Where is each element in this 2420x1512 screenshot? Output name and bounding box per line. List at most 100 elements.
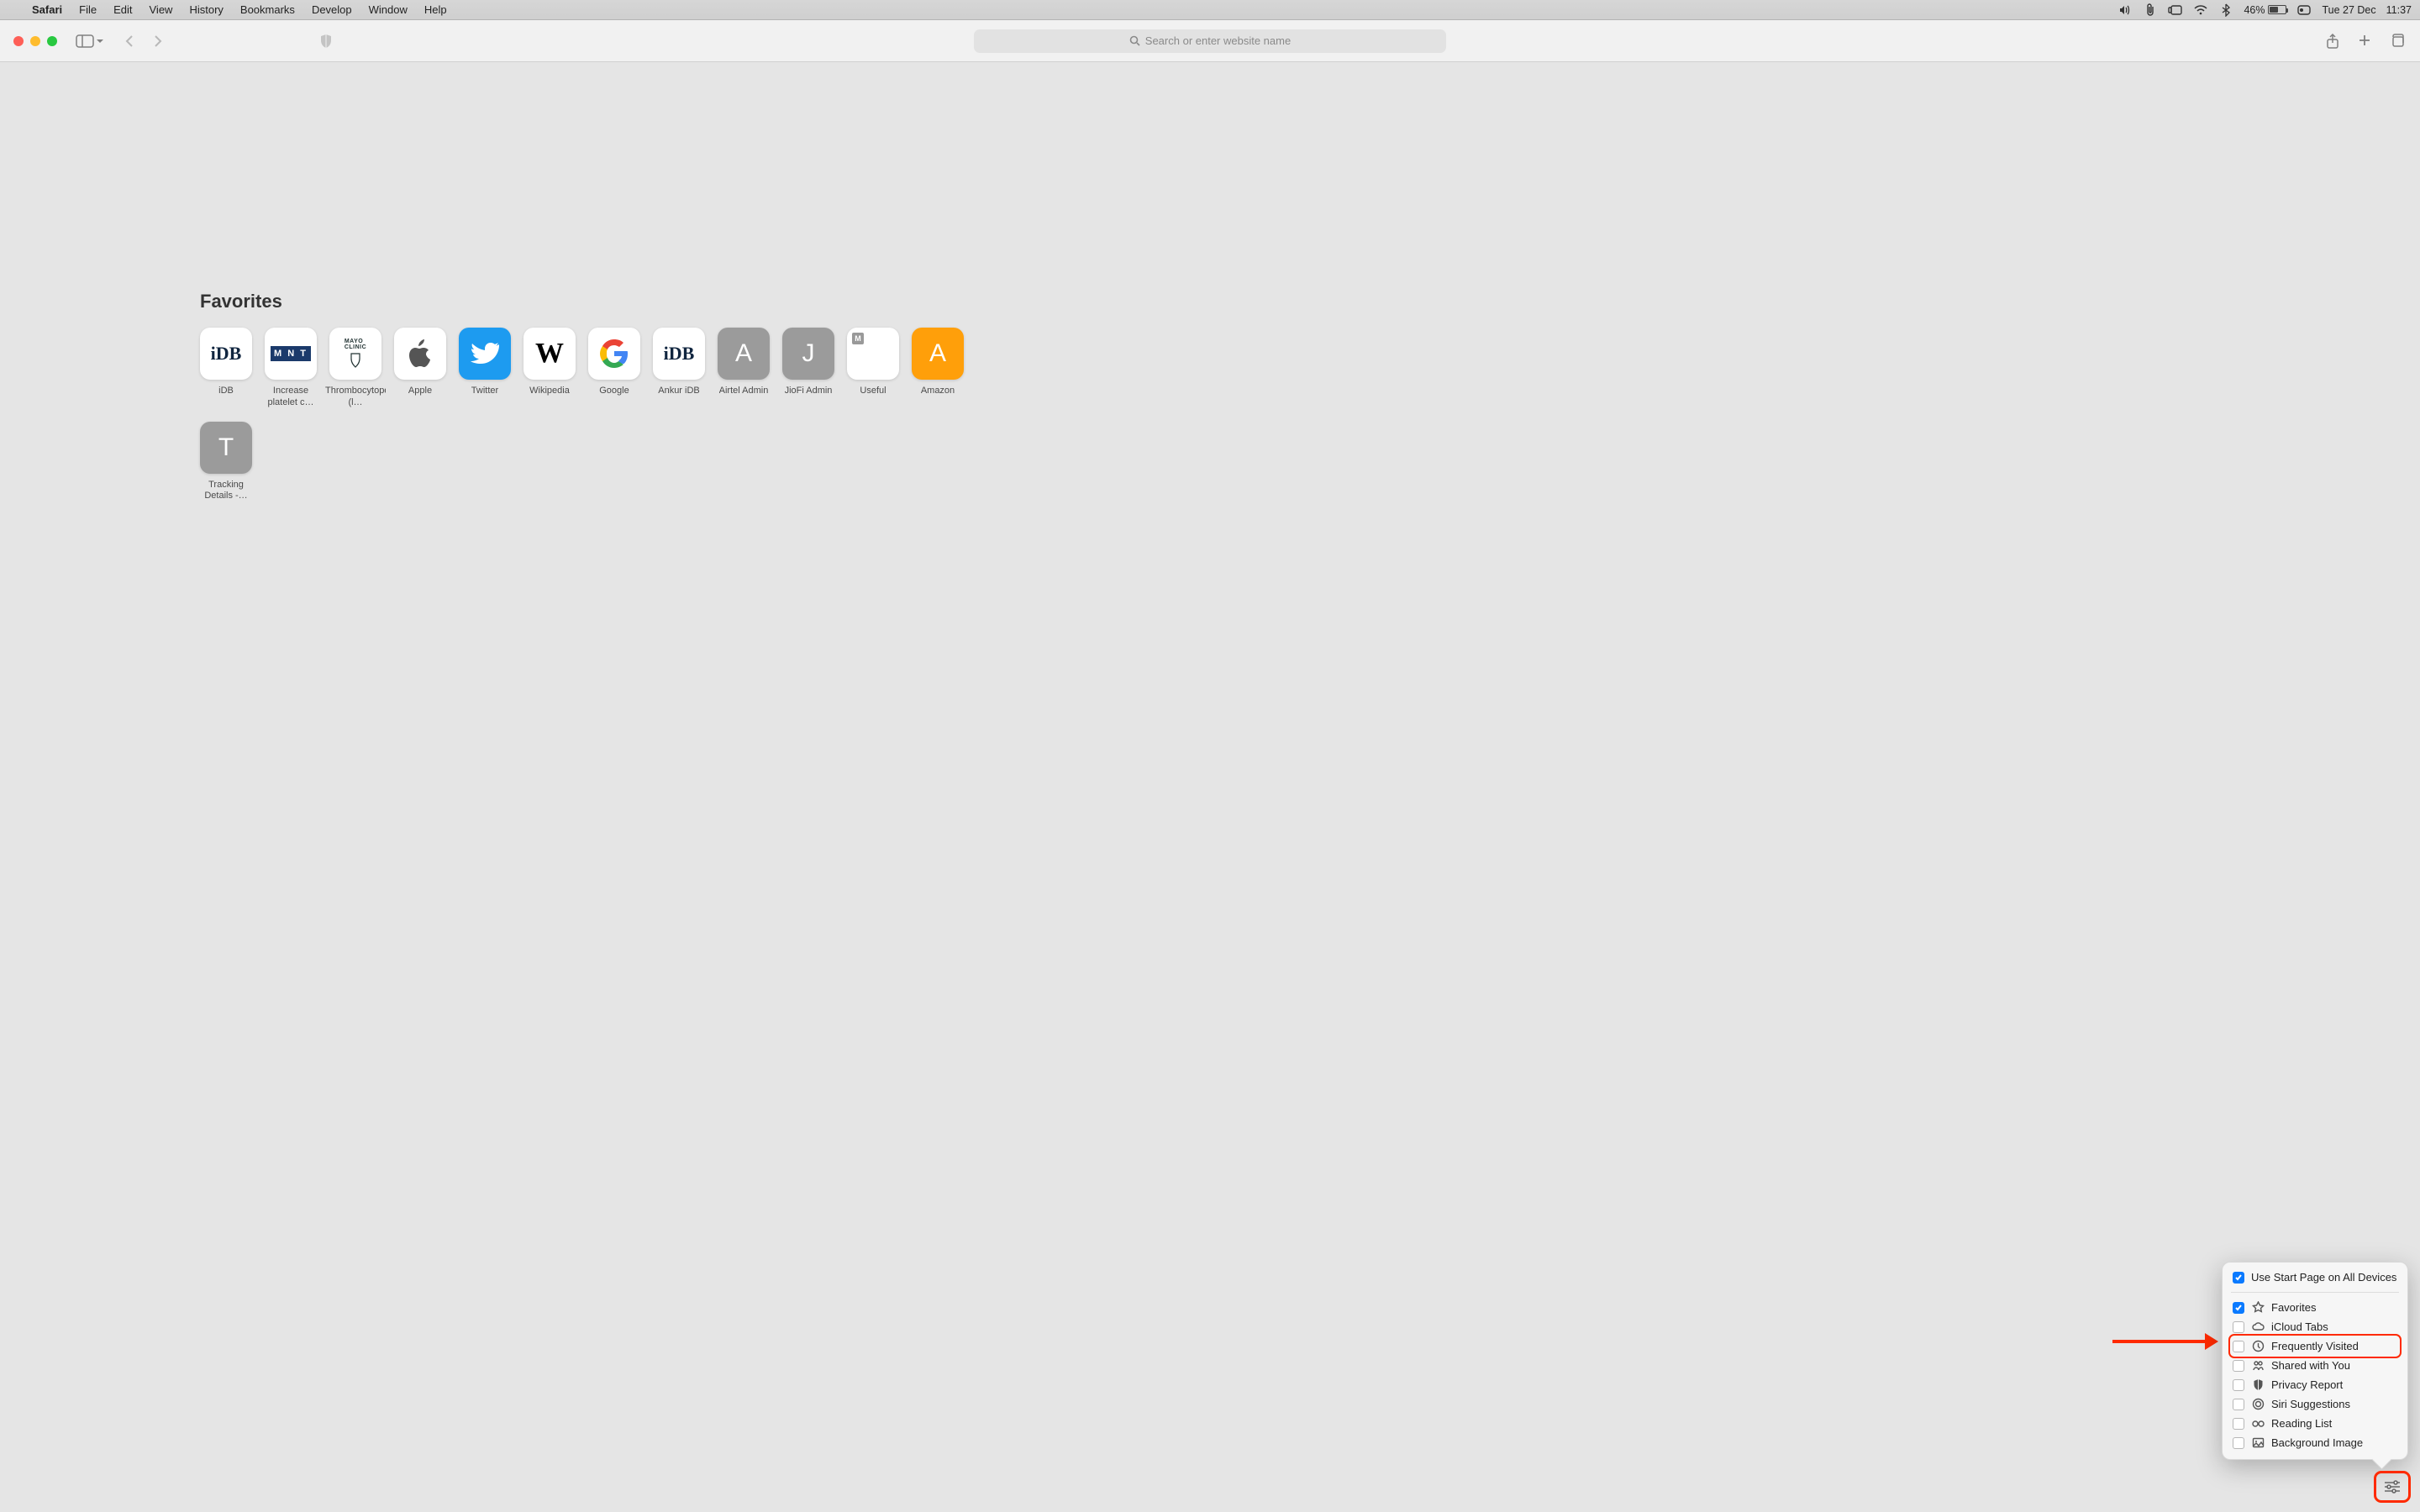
favorite-item[interactable]: WWikipedia xyxy=(523,328,576,409)
menu-edit[interactable]: Edit xyxy=(108,3,138,16)
favorite-item[interactable]: AAirtel Admin xyxy=(718,328,770,409)
chevron-down-icon xyxy=(96,38,104,45)
popover-row-label: Shared with You xyxy=(2271,1359,2397,1372)
popover-row-label: Background Image xyxy=(2271,1436,2397,1449)
cloud-icon xyxy=(2251,1320,2265,1333)
popover-header-label: Use Start Page on All Devices xyxy=(2251,1271,2396,1284)
menubar-time[interactable]: 11:37 xyxy=(2386,4,2412,16)
favorite-label: Ankur iDB xyxy=(658,386,700,397)
address-placeholder: Search or enter website name xyxy=(1145,34,1291,47)
menu-window[interactable]: Window xyxy=(363,3,413,16)
minimize-window-button[interactable] xyxy=(30,36,40,46)
popover-row-reading-list[interactable]: Reading List xyxy=(2231,1414,2399,1433)
favorite-item[interactable]: MUseful xyxy=(847,328,899,409)
checkbox[interactable] xyxy=(2233,1437,2244,1449)
menu-view[interactable]: View xyxy=(144,3,179,16)
checkbox[interactable] xyxy=(2233,1302,2244,1314)
sound-icon[interactable] xyxy=(2118,3,2133,18)
start-page-settings-popover: Use Start Page on All Devices Favorites … xyxy=(2222,1262,2408,1460)
menu-file[interactable]: File xyxy=(73,3,103,16)
favorite-item[interactable]: TTracking Details -… xyxy=(200,422,252,503)
popover-row-label: iCloud Tabs xyxy=(2271,1320,2397,1333)
favorite-label: iDB xyxy=(218,386,234,397)
checkbox[interactable] xyxy=(2233,1341,2244,1352)
favorite-item[interactable]: AAmazon xyxy=(912,328,964,409)
start-page-settings-button[interactable] xyxy=(2376,1473,2408,1500)
sliders-icon xyxy=(2383,1480,2402,1494)
app-name[interactable]: Safari xyxy=(26,3,68,16)
image-icon xyxy=(2251,1436,2265,1449)
new-tab-button[interactable] xyxy=(2358,34,2371,49)
battery-icon xyxy=(2268,5,2286,14)
forward-button[interactable] xyxy=(153,34,163,48)
search-icon xyxy=(1129,35,1140,46)
favorite-label: Apple xyxy=(408,386,432,397)
favorite-label: Useful xyxy=(860,386,886,397)
macos-menubar: Safari File Edit View History Bookmarks … xyxy=(0,0,2420,20)
popover-row-label: Favorites xyxy=(2271,1301,2397,1314)
popover-row-background-image[interactable]: Background Image xyxy=(2231,1433,2399,1452)
checkbox[interactable] xyxy=(2233,1360,2244,1372)
popover-row-privacy-report[interactable]: Privacy Report xyxy=(2231,1375,2399,1394)
popover-row-label: Privacy Report xyxy=(2271,1378,2397,1391)
favorite-item[interactable]: iDBAnkur iDB xyxy=(653,328,705,409)
zoom-window-button[interactable] xyxy=(47,36,57,46)
popover-row-icloud-tabs[interactable]: iCloud Tabs xyxy=(2231,1317,2399,1336)
shield-icon xyxy=(2251,1378,2265,1391)
use-all-devices-checkbox[interactable] xyxy=(2233,1272,2244,1284)
close-window-button[interactable] xyxy=(13,36,24,46)
share-button[interactable] xyxy=(2326,34,2339,49)
popover-divider xyxy=(2231,1292,2399,1293)
favorite-label: Tracking Details -… xyxy=(200,480,252,503)
favorite-label: Wikipedia xyxy=(529,386,570,397)
menubar-date[interactable]: Tue 27 Dec xyxy=(2322,4,2375,16)
attachment-icon[interactable] xyxy=(2143,3,2158,18)
popover-row-siri-suggestions[interactable]: Siri Suggestions xyxy=(2231,1394,2399,1414)
address-bar[interactable]: Search or enter website name xyxy=(974,29,1446,53)
stage-manager-icon[interactable] xyxy=(2168,3,2183,18)
favorite-item[interactable]: M N TIncrease platelet c… xyxy=(265,328,317,409)
browser-toolbar: Search or enter website name xyxy=(0,20,2420,62)
window-controls xyxy=(0,36,57,46)
favorite-label: Thrombocytopenia (l… xyxy=(325,386,386,409)
menu-history[interactable]: History xyxy=(183,3,229,16)
wifi-icon[interactable] xyxy=(2193,3,2208,18)
favorite-item[interactable]: Google xyxy=(588,328,640,409)
battery-status[interactable]: 46% xyxy=(2244,4,2286,16)
glasses-icon xyxy=(2251,1417,2265,1430)
siri-icon xyxy=(2251,1398,2265,1410)
checkbox[interactable] xyxy=(2233,1321,2244,1333)
sidebar-toggle-button[interactable] xyxy=(76,34,104,48)
favorite-label: Google xyxy=(599,386,629,397)
star-icon xyxy=(2251,1301,2265,1314)
favorite-label: Amazon xyxy=(921,386,955,397)
favorite-label: Twitter xyxy=(471,386,498,397)
checkbox[interactable] xyxy=(2233,1399,2244,1410)
popover-row-shared-with-you[interactable]: Shared with You xyxy=(2231,1356,2399,1375)
annotation-arrow xyxy=(2112,1337,2213,1346)
popover-row-label: Frequently Visited xyxy=(2271,1340,2397,1352)
control-center-icon[interactable] xyxy=(2296,3,2312,18)
favorite-label: Airtel Admin xyxy=(719,386,769,397)
bluetooth-icon[interactable] xyxy=(2218,3,2233,18)
popover-row-favorites[interactable]: Favorites xyxy=(2231,1298,2399,1317)
favorite-item[interactable]: JJioFi Admin xyxy=(782,328,834,409)
favorite-item[interactable]: MAYOCLINICThrombocytopenia (l… xyxy=(329,328,381,409)
popover-row-label: Reading List xyxy=(2271,1417,2397,1430)
back-button[interactable] xyxy=(124,34,134,48)
privacy-report-button[interactable] xyxy=(319,34,333,49)
tab-overview-button[interactable] xyxy=(2390,34,2405,49)
favorite-label: JioFi Admin xyxy=(785,386,833,397)
favorite-item[interactable]: Apple xyxy=(394,328,446,409)
battery-percent: 46% xyxy=(2244,4,2265,16)
menu-bookmarks[interactable]: Bookmarks xyxy=(234,3,301,16)
checkbox[interactable] xyxy=(2233,1418,2244,1430)
popover-row-frequently-visited[interactable]: Frequently Visited xyxy=(2231,1336,2399,1356)
favorite-item[interactable]: Twitter xyxy=(459,328,511,409)
favorite-item[interactable]: iDBiDB xyxy=(200,328,252,409)
checkbox[interactable] xyxy=(2233,1379,2244,1391)
menu-help[interactable]: Help xyxy=(418,3,453,16)
menu-develop[interactable]: Develop xyxy=(306,3,358,16)
people-icon xyxy=(2251,1359,2265,1372)
popover-row-label: Siri Suggestions xyxy=(2271,1398,2397,1410)
